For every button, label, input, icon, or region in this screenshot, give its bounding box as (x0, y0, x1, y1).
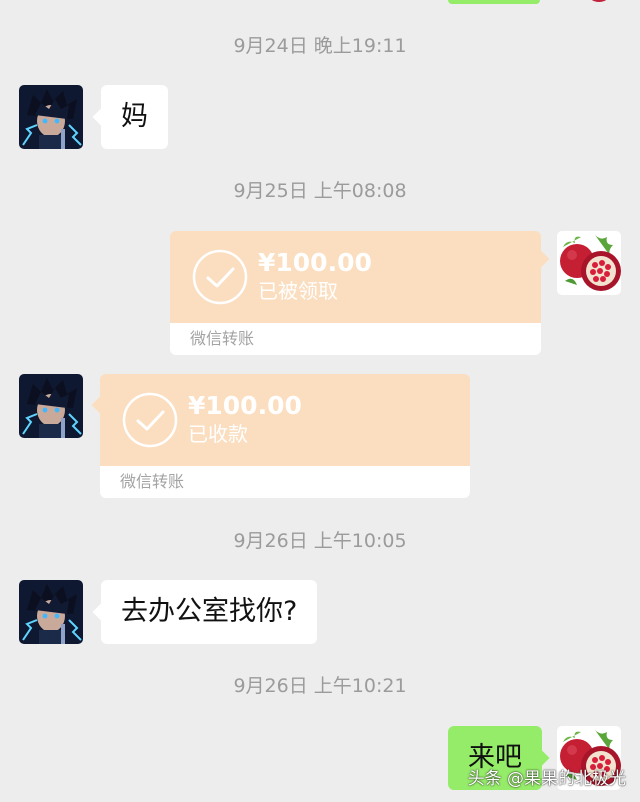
anime-avatar-icon (19, 374, 83, 438)
contact-avatar[interactable] (19, 85, 83, 149)
my-avatar-partial[interactable] (588, 0, 610, 2)
timestamp: 9月25日 上午08:08 (233, 180, 407, 202)
timestamp: 9月26日 上午10:21 (233, 675, 407, 697)
check-circle-icon (192, 249, 248, 305)
transfer-status: 已收款 (188, 422, 248, 446)
transfer-card[interactable]: ¥100.00 已收款 微信转账 (100, 374, 470, 498)
transfer-card-top: ¥100.00 已收款 (100, 374, 470, 466)
contact-avatar[interactable] (19, 580, 83, 644)
pomegranate-icon (557, 231, 621, 295)
timestamp: 9月24日 晚上19:11 (233, 35, 407, 57)
watermark: 头条 @果果的北极光 (467, 769, 626, 789)
previous-message-bubble[interactable] (448, 0, 540, 4)
check-circle-icon (122, 392, 178, 448)
transfer-card-footer: 微信转账 (170, 323, 541, 355)
transfer-amount: ¥100.00 (258, 248, 372, 277)
anime-avatar-icon (19, 580, 83, 644)
timestamp: 9月26日 上午10:05 (233, 530, 407, 552)
message-text: 妈 (121, 101, 148, 132)
transfer-status: 已被领取 (258, 279, 338, 303)
transfer-label: 微信转账 (190, 329, 255, 348)
transfer-label: 微信转账 (120, 472, 185, 491)
transfer-card-top: ¥100.00 已被领取 (170, 231, 541, 323)
my-avatar[interactable] (557, 231, 621, 295)
transfer-card[interactable]: ¥100.00 已被领取 微信转账 (170, 231, 541, 355)
message-bubble[interactable]: 去办公室找你? (101, 580, 318, 644)
anime-avatar-icon (19, 85, 83, 149)
transfer-amount: ¥100.00 (188, 391, 302, 420)
message-text: 去办公室找你? (121, 596, 298, 627)
message-bubble[interactable]: 妈 (101, 85, 168, 149)
transfer-card-footer: 微信转账 (100, 466, 470, 498)
contact-avatar[interactable] (19, 374, 83, 438)
